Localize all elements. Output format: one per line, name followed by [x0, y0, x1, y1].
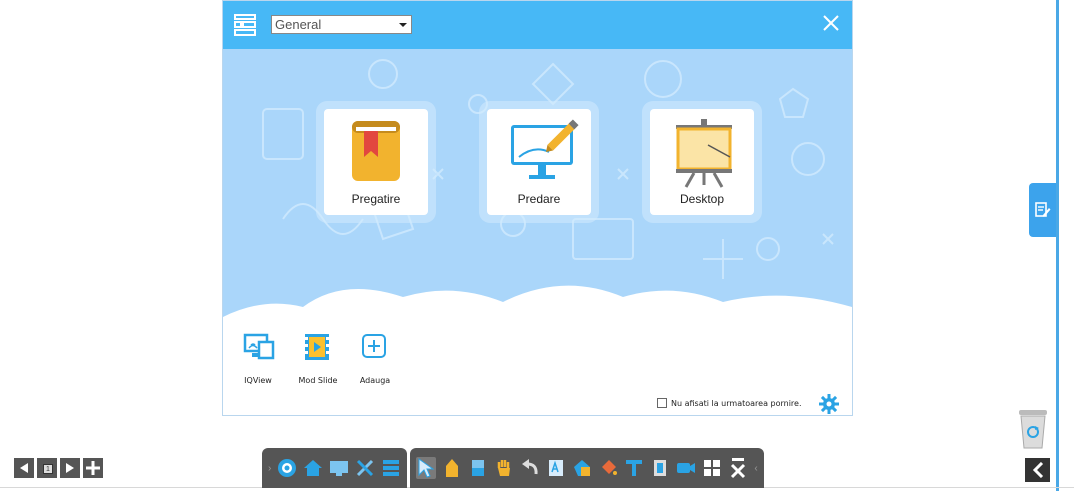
bottom-toolbar: › ‹	[262, 448, 764, 488]
tool-adauga[interactable]: Adauga	[360, 332, 390, 385]
screen-share-icon	[243, 333, 275, 360]
film-slide-icon	[305, 334, 329, 360]
tool-mod-slide[interactable]: Mod Slide	[299, 332, 337, 385]
card-pregatire[interactable]: Pregatire	[324, 109, 428, 215]
undo-icon	[522, 459, 538, 475]
hand-icon	[498, 460, 511, 476]
card-label: Pregatire	[351, 192, 401, 206]
dont-show-again-option[interactable]: Nu afisati la urmatoarea pornire.	[657, 398, 802, 408]
iq-logo-icon	[278, 459, 297, 477]
cursor-arrow-icon	[418, 458, 435, 478]
hand-button[interactable]	[494, 457, 514, 479]
camera-icon	[677, 463, 696, 473]
next-page-button[interactable]	[60, 458, 80, 478]
card-label: Desktop	[679, 192, 725, 206]
shapes-icon	[574, 460, 591, 476]
text-button[interactable]	[624, 457, 644, 479]
note-edit-icon	[1034, 202, 1050, 217]
desktop-button[interactable]	[329, 457, 349, 479]
iq-logo-button[interactable]	[277, 457, 297, 479]
close-toolbar-button[interactable]	[728, 457, 748, 479]
grid-icon	[704, 460, 721, 476]
page-navigation: 1	[14, 458, 103, 478]
page-number: 1	[43, 464, 53, 474]
card-predare[interactable]: Predare	[487, 109, 591, 215]
chevron-left-icon[interactable]: ‹	[754, 463, 757, 474]
settings-gear-icon[interactable]	[819, 394, 839, 414]
paint-bucket-icon	[602, 460, 618, 475]
triangle-right-icon	[66, 463, 74, 473]
recycle-bin-icon[interactable]	[1015, 408, 1051, 450]
undo-button[interactable]	[520, 457, 540, 479]
dont-show-label: Nu afisati la urmatoarea pornire.	[671, 398, 802, 408]
chevron-right-icon[interactable]: ›	[268, 463, 271, 474]
triangle-left-icon	[20, 463, 28, 473]
handwriting-icon	[549, 460, 564, 476]
right-edge-rail	[1056, 0, 1059, 491]
dropdown-arrow-icon	[399, 23, 407, 27]
chevron-left-icon	[1032, 462, 1043, 478]
close-button[interactable]	[820, 12, 842, 34]
page-indicator[interactable]: 1	[37, 458, 57, 478]
card-desktop[interactable]: Desktop	[650, 109, 754, 215]
toolbar-left-group: ›	[262, 448, 408, 488]
dont-show-checkbox[interactable]	[657, 398, 667, 408]
close-x-icon	[731, 458, 746, 479]
select-button[interactable]	[416, 457, 437, 479]
collapse-panel-button[interactable]	[1025, 458, 1050, 482]
storage-button[interactable]	[381, 457, 401, 479]
easel-board-icon	[676, 119, 732, 188]
pen-button[interactable]	[442, 457, 462, 479]
eraser-button[interactable]	[468, 457, 488, 479]
camera-button[interactable]	[676, 457, 696, 479]
category-dropdown[interactable]: General	[271, 15, 412, 34]
category-value: General	[275, 17, 322, 32]
add-page-button[interactable]	[83, 458, 103, 478]
monitor-icon	[330, 461, 349, 476]
content-area: Pregatire Predare Desktop IQView Mod Sli…	[223, 49, 852, 415]
spotlight-button[interactable]	[650, 457, 670, 479]
apps-grid-button[interactable]	[702, 457, 722, 479]
welcome-window: General Pregatire Predare Desktop IQView…	[222, 0, 853, 416]
handwriting-button[interactable]	[546, 457, 566, 479]
edge-notes-tab[interactable]	[1029, 183, 1056, 237]
fill-button[interactable]	[598, 457, 618, 479]
card-label: Predare	[517, 192, 561, 206]
add-icon	[362, 334, 386, 358]
tool-iqview[interactable]: IQView	[243, 332, 275, 385]
prev-page-button[interactable]	[14, 458, 34, 478]
tools-icon	[357, 459, 374, 477]
monitor-pen-icon	[511, 119, 579, 179]
home-button[interactable]	[303, 457, 323, 479]
eraser-icon	[472, 460, 485, 476]
tool-label: IQView	[244, 376, 272, 385]
title-bar: General	[223, 1, 852, 49]
toolbar-right-group: ‹	[410, 448, 764, 488]
server-icon	[383, 460, 400, 476]
pen-icon	[446, 459, 459, 477]
tool-label: Adauga	[359, 376, 391, 385]
text-t-icon	[626, 460, 643, 476]
spotlight-icon	[654, 460, 667, 476]
plus-icon	[86, 461, 100, 475]
shapes-button[interactable]	[572, 457, 592, 479]
home-icon	[304, 460, 323, 476]
tool-label: Mod Slide	[298, 376, 338, 385]
book-icon	[352, 121, 400, 181]
layers-logo-icon	[234, 14, 256, 36]
tools-button[interactable]	[355, 457, 375, 479]
